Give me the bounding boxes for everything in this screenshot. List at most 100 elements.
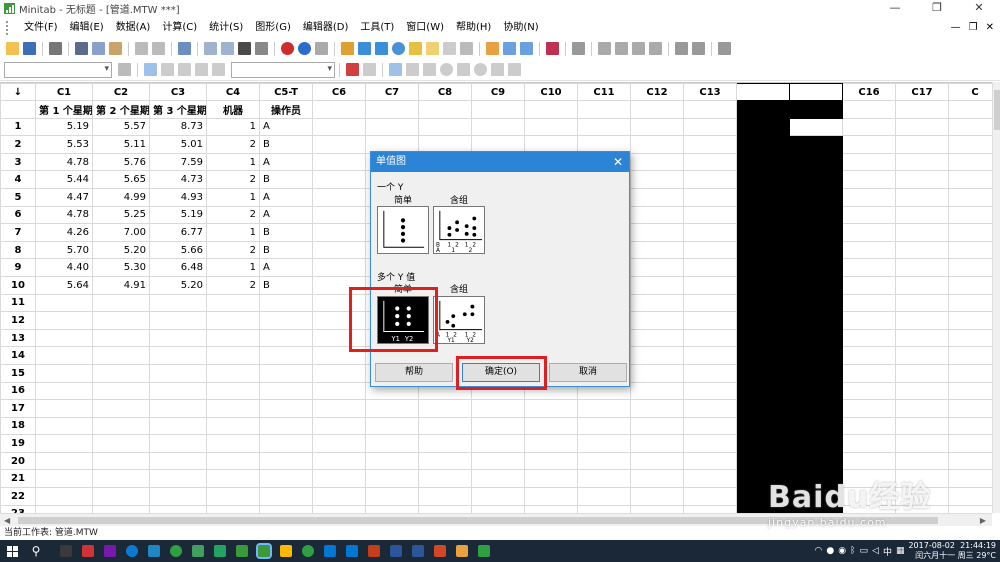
- grid-cell[interactable]: [683, 434, 737, 453]
- grid-cell[interactable]: [312, 135, 366, 154]
- wechat-icon[interactable]: [478, 545, 490, 557]
- grid-cell[interactable]: [577, 451, 631, 471]
- column-name-cell[interactable]: [524, 100, 578, 119]
- grid-cell[interactable]: [312, 487, 366, 506]
- menu-stat[interactable]: 统计(S): [203, 17, 249, 38]
- horizontal-scrollbar[interactable]: ◀ ▶: [0, 513, 992, 526]
- grid-cell[interactable]: [736, 328, 790, 348]
- grid-cell[interactable]: [736, 399, 790, 418]
- grid-cell[interactable]: [789, 381, 843, 401]
- text-tool-icon[interactable]: [406, 63, 419, 76]
- grid-cell[interactable]: [418, 487, 472, 506]
- column-header[interactable]: C14: [736, 83, 790, 101]
- grid-cell[interactable]: [842, 275, 896, 295]
- column-header[interactable]: C: [948, 83, 992, 101]
- dialog-close-icon[interactable]: ✕: [613, 152, 623, 172]
- grid-cell[interactable]: 1: [206, 223, 260, 242]
- grid-cell[interactable]: A: [259, 187, 313, 207]
- grid-cell[interactable]: [789, 187, 843, 207]
- row-number[interactable]: 15: [0, 363, 36, 383]
- grid-cell[interactable]: [683, 487, 737, 506]
- grid-cell[interactable]: [895, 117, 949, 137]
- browser-icon[interactable]: [126, 545, 138, 557]
- annotate-icon[interactable]: [692, 42, 705, 55]
- row-number[interactable]: 7: [0, 223, 36, 242]
- print-icon[interactable]: [49, 42, 62, 55]
- grid-cell[interactable]: [35, 311, 93, 330]
- column-name-cell[interactable]: [842, 100, 896, 119]
- grid-cell[interactable]: [471, 451, 525, 471]
- grid-cell[interactable]: [895, 328, 949, 348]
- grid-cell[interactable]: [577, 487, 631, 506]
- grid-cell[interactable]: [35, 469, 93, 489]
- restore-button[interactable]: ❐: [916, 0, 958, 17]
- grid-cell[interactable]: [736, 187, 790, 207]
- grid-cell[interactable]: 5.11: [92, 135, 150, 154]
- menu-calc[interactable]: 计算(C): [156, 17, 203, 38]
- app-icon-8[interactable]: [346, 545, 358, 557]
- grid-cell[interactable]: 5.30: [92, 258, 150, 277]
- grid-cell[interactable]: [35, 451, 93, 471]
- menu-graph[interactable]: 图形(G): [249, 17, 297, 38]
- grid-cell[interactable]: [736, 152, 790, 172]
- grid-cell[interactable]: [736, 275, 790, 295]
- row-number[interactable]: 12: [0, 311, 36, 330]
- grid-cell[interactable]: [35, 346, 93, 365]
- grid-cell[interactable]: A: [259, 205, 313, 225]
- grid-cell[interactable]: [789, 135, 843, 154]
- grid-cell[interactable]: [312, 187, 366, 207]
- grid-cell[interactable]: [259, 451, 313, 471]
- grid-cell[interactable]: 4.26: [35, 223, 93, 242]
- grid-cell[interactable]: [895, 363, 949, 383]
- menu-help[interactable]: 帮助(H): [450, 17, 497, 38]
- option-multi-y-with-groups[interactable]: A 1 2 1 2 Y1 Y2: [433, 296, 485, 344]
- grid-cell[interactable]: [948, 240, 992, 260]
- grid-cell[interactable]: [895, 346, 949, 365]
- row-number[interactable]: 19: [0, 434, 36, 453]
- grid-cell[interactable]: [948, 311, 992, 330]
- grid-cell[interactable]: [895, 223, 949, 242]
- grid-cell[interactable]: [948, 170, 992, 189]
- grid-cell[interactable]: A: [259, 117, 313, 137]
- delete-icon[interactable]: [346, 63, 359, 76]
- grid-cell[interactable]: [630, 487, 684, 506]
- grid-cell[interactable]: [365, 117, 419, 137]
- grid-cell[interactable]: [683, 504, 737, 513]
- cancel-icon[interactable]: [281, 42, 294, 55]
- store-icon[interactable]: [148, 545, 160, 557]
- grid-cell[interactable]: [948, 399, 992, 418]
- grid-cell[interactable]: [149, 469, 207, 489]
- grid-cell[interactable]: [92, 346, 150, 365]
- grid-cell[interactable]: 2: [206, 135, 260, 154]
- grid-cell[interactable]: [259, 346, 313, 365]
- grid-cell[interactable]: [895, 258, 949, 277]
- grid-cell[interactable]: 5.65: [92, 170, 150, 189]
- grid-cell[interactable]: [524, 469, 578, 489]
- grid-cell[interactable]: [630, 363, 684, 383]
- grid-cell[interactable]: [948, 469, 992, 489]
- grid-cell[interactable]: A: [259, 258, 313, 277]
- grid-cell[interactable]: [683, 187, 737, 207]
- grid-cell[interactable]: [259, 416, 313, 436]
- grid-cell[interactable]: [259, 487, 313, 506]
- grid-cell[interactable]: [577, 416, 631, 436]
- grid-cell[interactable]: [471, 469, 525, 489]
- app-icon-9[interactable]: [368, 545, 380, 557]
- open-icon[interactable]: [6, 42, 19, 55]
- grid-cell[interactable]: [683, 117, 737, 137]
- row-number[interactable]: 4: [0, 170, 36, 189]
- grid-cell[interactable]: [736, 117, 790, 137]
- grid-cell[interactable]: [895, 451, 949, 471]
- grid-cell[interactable]: [736, 416, 790, 436]
- grid-cell[interactable]: [35, 363, 93, 383]
- option-one-y-with-groups[interactable]: B A 1 2 1 2 1 2: [433, 206, 485, 254]
- grid-cell[interactable]: [842, 293, 896, 313]
- grid-cell[interactable]: [736, 469, 790, 489]
- grid-cell[interactable]: [149, 293, 207, 313]
- column-name-cell[interactable]: 机器: [206, 100, 260, 119]
- grid-cell[interactable]: [149, 434, 207, 453]
- grid-cell[interactable]: [630, 205, 684, 225]
- grid-cell[interactable]: [895, 469, 949, 489]
- mdi-restore-button[interactable]: ❐: [969, 22, 978, 33]
- row-number[interactable]: 14: [0, 346, 36, 365]
